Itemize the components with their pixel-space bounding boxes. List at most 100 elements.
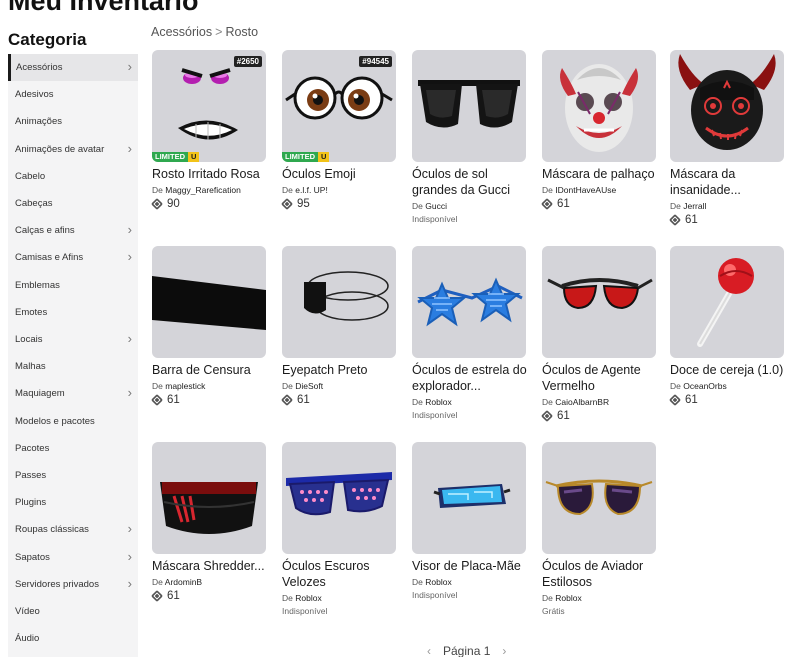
creator-name-link[interactable]: Roblox	[295, 593, 321, 603]
item-card[interactable]: #2650 LIMITED U Rosto Irritado Rosa De Maggy…	[150, 50, 270, 211]
item-creator: De CaioAlbarnBR	[542, 397, 660, 407]
item-card[interactable]: Máscara Shredder... De ArdominB 61	[150, 442, 270, 603]
item-thumbnail[interactable]: #94545 LIMITED U	[282, 50, 396, 162]
creator-name-link[interactable]: Roblox	[555, 593, 581, 603]
creator-name-link[interactable]: ArdominB	[165, 577, 202, 587]
chevron-right-icon: ›	[127, 331, 132, 346]
item-name[interactable]: Óculos Emoji	[282, 166, 400, 182]
item-thumbnail[interactable]	[670, 246, 784, 358]
item-card[interactable]: Óculos de Aviador Estilosos De Roblox Grát…	[542, 442, 660, 616]
item-thumbnail[interactable]	[542, 246, 656, 358]
sidebar-item[interactable]: Acessórios ›	[8, 54, 138, 81]
creator-name-link[interactable]: e.l.f. UP!	[295, 185, 328, 195]
item-card[interactable]: #94545 LIMITED U Óculos Emoji De e.l.f. UP! 9…	[280, 50, 400, 211]
sidebar-item[interactable]: Emotes	[8, 299, 138, 326]
creator-name-link[interactable]: Maggy_Rarefication	[165, 185, 241, 195]
item-thumbnail[interactable]	[542, 50, 656, 162]
item-name[interactable]: Máscara da insanidade...	[670, 166, 788, 198]
sidebar-item[interactable]: Sapatos ›	[8, 544, 138, 571]
item-price: 61	[540, 409, 660, 423]
sidebar-item-label: Pacotes	[15, 442, 50, 454]
sidebar-item[interactable]: Vídeo	[8, 598, 138, 625]
sidebar-item[interactable]: Animações	[8, 108, 138, 135]
chevron-right-icon: ›	[127, 249, 132, 265]
chevron-right-icon: ›	[127, 385, 132, 401]
item-name[interactable]: Máscara de palhaço	[542, 166, 660, 182]
item-name[interactable]: Barra de Censura	[152, 362, 270, 378]
creator-name-link[interactable]: DieSoft	[295, 381, 323, 391]
item-card[interactable]: Óculos Escuros Velozes De Roblox Indisponí…	[282, 442, 400, 616]
sidebar-item[interactable]: Malhas	[8, 353, 138, 380]
sidebar-item-label: Vídeo	[15, 606, 40, 617]
item-thumbnail[interactable]	[282, 246, 396, 358]
sidebar-item[interactable]: Adesivos	[8, 81, 138, 108]
item-card[interactable]: Óculos de sol grandes da Gucci De Gucci In…	[412, 50, 530, 224]
breadcrumb-separator: >	[215, 25, 223, 39]
item-thumbnail[interactable]	[412, 246, 526, 358]
sidebar-item[interactable]: Emblemas	[8, 272, 138, 299]
shredder-mask-icon	[160, 482, 258, 534]
item-thumbnail[interactable]	[282, 442, 396, 554]
sidebar-item[interactable]: Maquiagem ›	[8, 380, 138, 407]
sidebar-item[interactable]: Modelos e pacotes	[8, 408, 138, 435]
item-thumbnail[interactable]	[412, 50, 526, 162]
sidebar-item[interactable]: Servidores privados ›	[8, 571, 138, 598]
sidebar-item-label: Animações de avatar	[15, 143, 105, 155]
item-card[interactable]: Máscara da insanidade... De Jerrall 61	[668, 50, 788, 227]
sidebar-item[interactable]: Roupas clássicas ›	[8, 516, 138, 543]
creator-name-link[interactable]: Roblox	[425, 577, 451, 587]
item-name[interactable]: Óculos de Aviador Estilosos	[542, 558, 660, 590]
sidebar-item[interactable]: Camisas e Afins ›	[8, 244, 138, 271]
item-name[interactable]: Rosto Irritado Rosa	[152, 166, 270, 182]
item-name[interactable]: Doce de cereja (1.0)	[670, 362, 788, 378]
item-name[interactable]: Eyepatch Preto	[282, 362, 400, 378]
sidebar-item[interactable]: Cabeças	[8, 190, 138, 217]
creator-name-link[interactable]: maplestick	[165, 381, 205, 391]
creator-name-link[interactable]: IDontHaveAUse	[555, 185, 616, 195]
item-thumbnail[interactable]: #2650 LIMITED U	[152, 50, 266, 162]
sidebar-item[interactable]: Cabelo	[8, 163, 138, 190]
creator-name-link[interactable]: CaioAlbarnBR	[555, 397, 609, 407]
item-creator: De ArdominB	[152, 577, 270, 587]
item-card[interactable]: Óculos de estrela do explorador... De Rob…	[412, 246, 530, 420]
creator-name-link[interactable]: Gucci	[425, 201, 447, 211]
item-card[interactable]: Visor de Placa-Mãe De Roblox Indisponível	[412, 442, 530, 600]
creator-name-link[interactable]: Roblox	[425, 397, 451, 407]
item-name[interactable]: Óculos de sol grandes da Gucci	[412, 166, 530, 198]
breadcrumb-parent-link[interactable]: Acessórios	[151, 25, 212, 39]
sidebar-item[interactable]: Plugins	[8, 489, 138, 516]
item-card[interactable]: Doce de cereja (1.0) De OceanOrbs 61	[668, 246, 788, 407]
limited-unique-label: U	[318, 152, 330, 162]
previous-page-button[interactable]: ‹	[427, 644, 431, 657]
item-card[interactable]: Máscara de palhaço De IDontHaveAUse 61	[540, 50, 660, 211]
creator-prefix: De	[670, 381, 681, 391]
red-agent-glasses-icon	[547, 278, 653, 310]
item-thumbnail[interactable]	[542, 442, 656, 554]
item-card[interactable]: Eyepatch Preto De DieSoft 61	[280, 246, 400, 407]
item-name[interactable]: Óculos de estrela do explorador...	[412, 362, 530, 394]
item-status: Indisponível	[412, 590, 458, 600]
item-card[interactable]: Barra de Censura De maplestick 61	[150, 246, 270, 407]
sidebar-item[interactable]: Passes	[8, 462, 138, 489]
item-name[interactable]: Máscara Shredder...	[152, 558, 270, 574]
item-thumbnail[interactable]	[152, 246, 266, 358]
sidebar-item[interactable]: Calças e afins ›	[8, 217, 138, 244]
creator-name-link[interactable]: OceanOrbs	[683, 381, 726, 391]
item-creator: De Roblox	[542, 593, 660, 603]
item-name[interactable]: Óculos de Agente Vermelho	[542, 362, 660, 394]
creator-name-link[interactable]: Jerrall	[683, 201, 706, 211]
item-card[interactable]: Óculos de Agente Vermelho De CaioAlbarnBR…	[540, 246, 660, 423]
item-name[interactable]: Visor de Placa-Mãe	[412, 558, 530, 574]
item-thumbnail[interactable]	[412, 442, 526, 554]
item-price: 61	[280, 393, 400, 407]
sidebar-item[interactable]: Locais ›	[8, 326, 138, 353]
breadcrumb: Acessórios > Rosto	[151, 25, 258, 39]
next-page-button[interactable]: ›	[502, 644, 506, 657]
item-name[interactable]: Óculos Escuros Velozes	[282, 558, 400, 590]
sidebar-item[interactable]: Animações de avatar ›	[8, 136, 138, 163]
item-price: 61	[668, 213, 788, 227]
sidebar-item[interactable]: Áudio	[8, 625, 138, 652]
sidebar-item[interactable]: Pacotes	[8, 435, 138, 462]
item-thumbnail[interactable]	[670, 50, 784, 162]
item-thumbnail[interactable]	[152, 442, 266, 554]
